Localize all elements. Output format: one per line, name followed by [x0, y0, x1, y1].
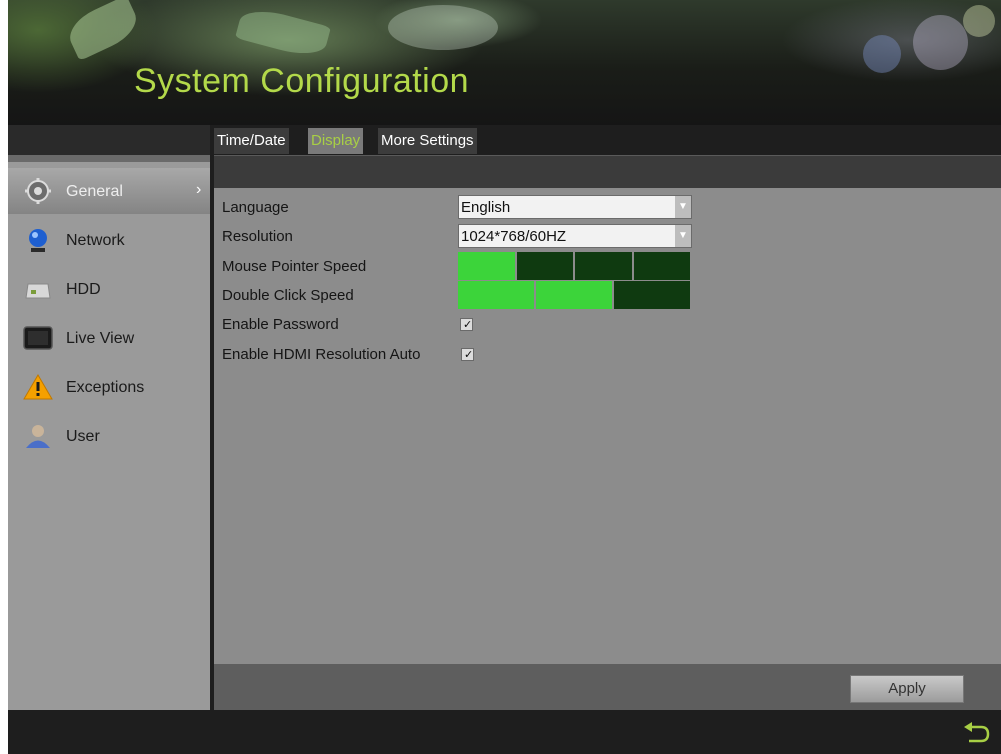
speed-segment[interactable] [516, 252, 573, 280]
sidebar-item-label: Network [66, 232, 125, 249]
language-value: English [461, 199, 511, 216]
settings-panel: Language English ▼ Resolution 1024*768/6… [214, 188, 1001, 664]
sidebar: General › Network HDD Live View Exceptio… [8, 162, 210, 710]
warning-icon [23, 374, 53, 400]
tab-time-date[interactable]: Time/Date [214, 128, 289, 154]
page-title: System Configuration [134, 62, 470, 100]
header-decoration [913, 15, 968, 70]
app-window: System Configuration General › Network H… [8, 0, 1001, 754]
resolution-select[interactable]: 1024*768/60HZ ▼ [458, 224, 692, 248]
apply-button[interactable]: Apply [850, 675, 964, 703]
sidebar-item-label: Live View [66, 330, 135, 347]
resolution-value: 1024*768/60HZ [461, 228, 567, 245]
double-click-speed-slider[interactable] [458, 281, 690, 309]
header-decoration [863, 35, 901, 73]
user-icon [26, 425, 50, 448]
header-banner: System Configuration [8, 0, 1001, 125]
footer-bar [8, 712, 1001, 754]
resolution-label: Resolution [222, 228, 293, 245]
sidebar-item-label: User [66, 428, 100, 445]
hdd-icon [25, 283, 51, 299]
speed-segment[interactable] [633, 252, 690, 280]
header-decoration [388, 5, 498, 50]
language-label: Language [222, 199, 289, 216]
checkmark-icon: ✓ [464, 349, 474, 361]
dropdown-arrow-icon: ▼ [675, 225, 691, 247]
action-bar: Apply [214, 664, 1001, 710]
monitor-icon [23, 326, 53, 350]
sidebar-divider [8, 155, 210, 162]
chevron-right-icon: › [196, 181, 202, 198]
tab-more-settings[interactable]: More Settings [378, 128, 477, 154]
sidebar-item-hdd[interactable]: HDD [8, 266, 210, 312]
double-click-speed-label: Double Click Speed [222, 287, 354, 304]
sidebar-item-exceptions[interactable]: Exceptions [8, 364, 210, 410]
network-globe-icon [29, 229, 47, 252]
enable-hdmi-resolution-auto-checkbox[interactable]: ✓ [461, 348, 474, 361]
speed-segment[interactable] [458, 252, 515, 280]
checkmark-icon: ✓ [463, 319, 473, 331]
mouse-pointer-speed-label: Mouse Pointer Speed [222, 258, 367, 275]
header-decoration [62, 0, 144, 61]
sidebar-item-user[interactable]: User [8, 413, 210, 459]
speed-segment[interactable] [614, 281, 690, 309]
content-header [214, 155, 1001, 188]
sidebar-item-label: HDD [66, 281, 101, 298]
sidebar-item-live-view[interactable]: Live View [8, 315, 210, 361]
sidebar-item-label: General [66, 183, 123, 200]
mouse-pointer-speed-slider[interactable] [458, 252, 690, 280]
header-decoration [963, 5, 995, 37]
sidebar-item-general[interactable]: General › [8, 168, 210, 214]
speed-segment[interactable] [536, 281, 612, 309]
back-arrow-icon[interactable] [961, 720, 991, 746]
tab-display[interactable]: Display [308, 128, 364, 154]
speed-segment[interactable] [458, 281, 534, 309]
speed-segment[interactable] [575, 252, 632, 280]
enable-password-label: Enable Password [222, 316, 339, 333]
enable-password-checkbox[interactable]: ✓ [460, 318, 473, 331]
sidebar-header [8, 125, 210, 155]
dropdown-arrow-icon: ▼ [675, 196, 691, 218]
sidebar-item-label: Exceptions [66, 379, 145, 396]
header-decoration [235, 3, 331, 62]
gear-icon [25, 178, 51, 204]
enable-hdmi-resolution-auto-label: Enable HDMI Resolution Auto [222, 346, 421, 363]
language-select[interactable]: English ▼ [458, 195, 692, 219]
sidebar-item-network[interactable]: Network [8, 217, 210, 263]
